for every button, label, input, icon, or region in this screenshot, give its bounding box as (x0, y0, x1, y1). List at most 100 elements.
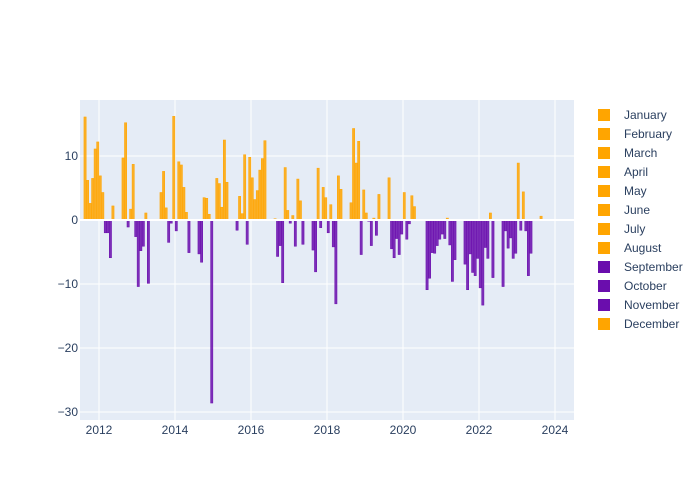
legend-item-june[interactable]: June (598, 203, 650, 217)
bar-september-2018[interactable] (331, 219, 335, 248)
bar-may-2023[interactable] (511, 219, 515, 259)
bar-july-2016[interactable] (250, 177, 254, 221)
bar-january-2013[interactable] (121, 157, 125, 221)
bar-june-2018[interactable] (324, 197, 328, 221)
bar-february-2016[interactable] (238, 196, 241, 221)
bar-december-2021[interactable] (453, 219, 457, 260)
bar-november-2014[interactable] (185, 212, 188, 221)
bar-may-2018[interactable] (321, 187, 325, 221)
bar-august-2022[interactable] (481, 219, 485, 306)
bar-september-2013[interactable] (141, 219, 145, 247)
bar-june-2012[interactable] (96, 141, 100, 221)
bar-march-2012[interactable] (88, 203, 92, 221)
bar-august-2016[interactable] (253, 199, 257, 221)
bar-december-2018[interactable] (339, 189, 343, 221)
bar-may-2019[interactable] (359, 219, 363, 255)
bar-february-2013[interactable] (124, 122, 127, 221)
bar-july-2021[interactable] (440, 219, 444, 235)
bar-june-2022[interactable] (476, 219, 480, 259)
bar-january-2019[interactable] (349, 202, 353, 221)
bar-april-2017[interactable] (281, 219, 285, 283)
bar-july-2020[interactable] (402, 192, 406, 221)
bar-april-2021[interactable] (433, 219, 437, 254)
bar-march-2020[interactable] (392, 219, 396, 259)
bar-march-2019[interactable] (354, 162, 358, 221)
legend-item-october[interactable]: October (598, 279, 667, 293)
legend-item-february[interactable]: February (598, 127, 672, 141)
bar-april-2012[interactable] (91, 178, 95, 221)
bar-may-2016[interactable] (245, 219, 249, 245)
legend-item-march[interactable]: March (598, 146, 657, 160)
legend-item-may[interactable]: May (598, 184, 647, 198)
bar-november-2016[interactable] (261, 158, 264, 221)
bar-july-2013[interactable] (136, 219, 140, 287)
bar-february-2014[interactable] (162, 171, 165, 221)
legend-item-november[interactable]: November (598, 298, 679, 312)
bar-january-2023[interactable] (501, 219, 505, 287)
bar-december-2014[interactable] (187, 219, 191, 253)
bar-december-2016[interactable] (263, 140, 267, 221)
bar-april-2015[interactable] (205, 197, 209, 221)
bar-june-2019[interactable] (362, 189, 366, 221)
bar-october-2015[interactable] (220, 206, 224, 221)
bar-april-2023[interactable] (509, 219, 513, 239)
bar-november-2019[interactable] (375, 219, 378, 236)
bar-april-2018[interactable] (319, 219, 323, 228)
bar-july-2014[interactable] (174, 219, 178, 232)
bar-december-2022[interactable] (491, 219, 495, 278)
bar-february-2018[interactable] (314, 219, 317, 273)
bar-september-2017[interactable] (293, 219, 297, 247)
bar-october-2023[interactable] (524, 219, 528, 232)
bar-july-2018[interactable] (326, 219, 330, 234)
bar-november-2015[interactable] (223, 139, 226, 221)
bar-august-2023[interactable] (519, 219, 523, 231)
bar-february-2023[interactable] (504, 219, 507, 232)
bar-august-2018[interactable] (329, 204, 333, 221)
bar-june-2016[interactable] (248, 157, 252, 221)
bar-may-2017[interactable] (283, 167, 287, 221)
bar-march-2023[interactable] (506, 219, 510, 249)
bar-october-2016[interactable] (258, 169, 262, 221)
legend-item-august[interactable]: August (598, 241, 662, 255)
bar-april-2022[interactable] (471, 219, 475, 273)
bar-april-2013[interactable] (129, 208, 133, 221)
bar-january-2012[interactable] (83, 116, 87, 221)
legend-item-december[interactable]: December (598, 317, 679, 331)
bar-november-2018[interactable] (337, 175, 340, 221)
bar-october-2017[interactable] (296, 178, 300, 221)
bar-january-2014[interactable] (159, 192, 163, 221)
bar-may-2013[interactable] (131, 164, 135, 221)
legend-item-september[interactable]: September (598, 260, 683, 274)
bar-april-2016[interactable] (243, 154, 247, 221)
bar-october-2018[interactable] (334, 219, 338, 305)
bar-january-2018[interactable] (311, 219, 315, 251)
bar-january-2016[interactable] (235, 219, 239, 231)
bar-november-2021[interactable] (451, 219, 454, 282)
bar-december-2019[interactable] (377, 194, 381, 221)
bar-may-2022[interactable] (473, 219, 477, 276)
bar-december-2023[interactable] (529, 219, 533, 254)
bar-february-2012[interactable] (86, 180, 89, 221)
bar-july-2022[interactable] (478, 219, 482, 289)
bar-september-2012[interactable] (103, 219, 107, 234)
bar-february-2015[interactable] (200, 219, 203, 263)
bar-january-2022[interactable] (463, 219, 467, 265)
bar-august-2014[interactable] (177, 161, 181, 221)
bar-march-2021[interactable] (430, 219, 434, 253)
bar-may-2012[interactable] (93, 148, 97, 221)
bar-may-2021[interactable] (435, 219, 439, 246)
bar-october-2021[interactable] (448, 219, 452, 246)
bar-december-2012[interactable] (111, 205, 115, 221)
bar-march-2015[interactable] (202, 197, 206, 221)
bar-january-2020[interactable] (387, 177, 391, 221)
bar-october-2012[interactable] (106, 219, 110, 234)
bar-september-2023[interactable] (521, 191, 525, 221)
bar-october-2022[interactable] (486, 219, 490, 259)
bar-november-2020[interactable] (413, 206, 416, 221)
bar-july-2023[interactable] (516, 162, 520, 221)
bar-february-2022[interactable] (466, 219, 469, 291)
bar-may-2020[interactable] (397, 219, 401, 255)
bar-november-2022[interactable] (489, 212, 492, 221)
legend-item-july[interactable]: July (598, 222, 645, 236)
bar-november-2017[interactable] (299, 200, 302, 221)
